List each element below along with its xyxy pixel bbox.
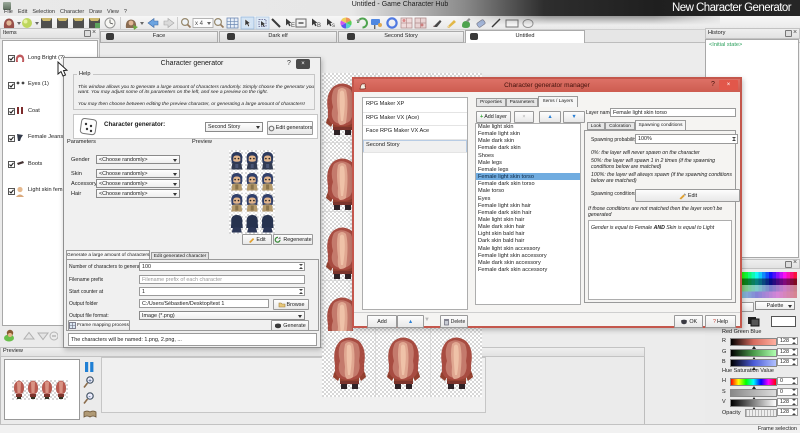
svg-text:x 4: x 4: [195, 21, 204, 27]
svg-text:+: +: [88, 379, 92, 385]
svg-text:s: s: [332, 23, 335, 29]
svg-text:E: E: [291, 23, 295, 29]
svg-text:B: B: [317, 23, 321, 29]
